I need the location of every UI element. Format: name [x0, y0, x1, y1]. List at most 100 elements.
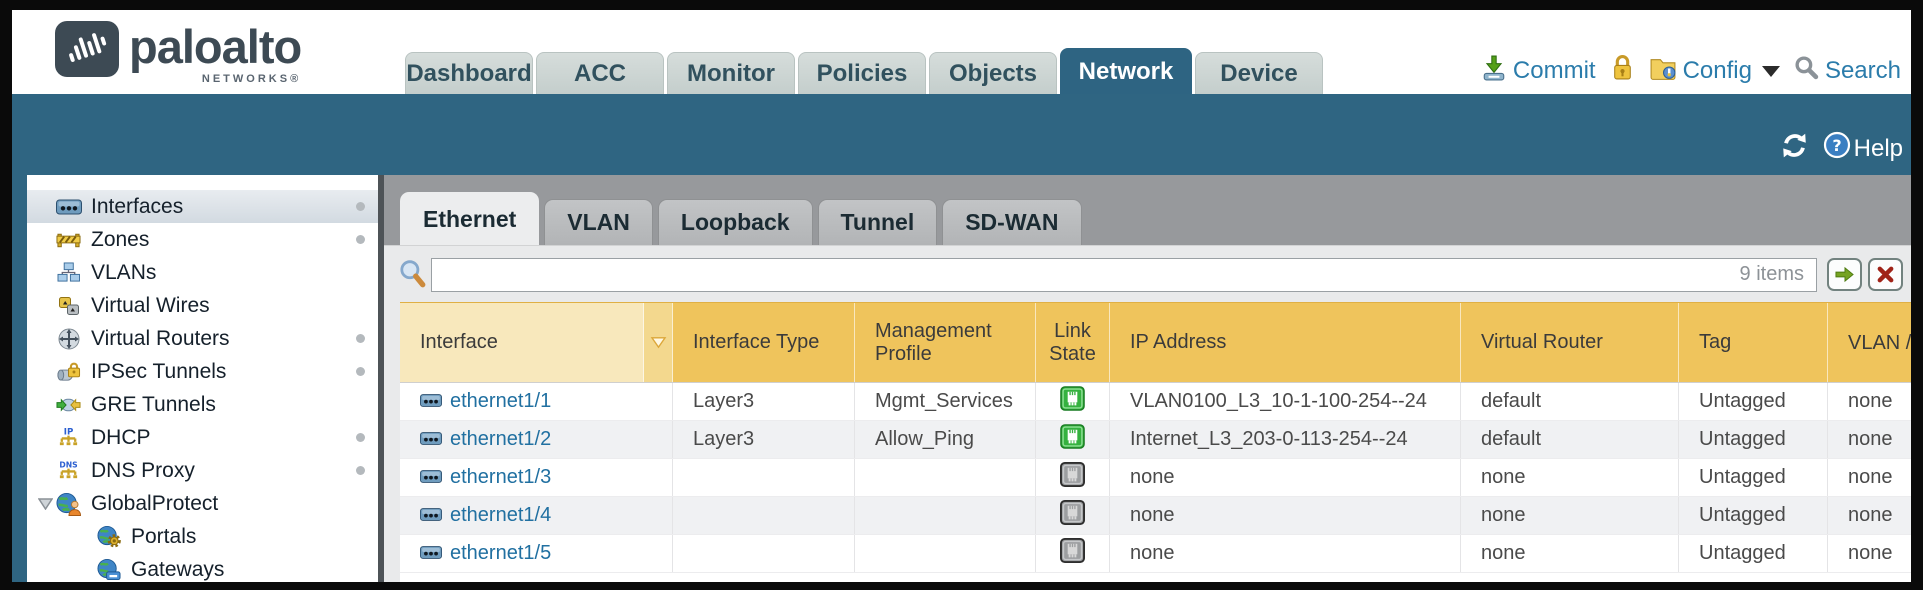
column-interface[interactable]: Interface [400, 303, 644, 382]
sidebar-item-label: Virtual Wires [91, 294, 210, 318]
table-row[interactable]: ethernet1/1 Layer3 Mgmt_Services VLAN010… [400, 383, 1911, 421]
sidebar-item-portals[interactable]: Portals [27, 520, 378, 553]
network-sidebar: Interfaces Zones [27, 175, 378, 582]
clear-filter-button[interactable] [1868, 258, 1903, 291]
tab-loopback[interactable]: Loopback [658, 199, 813, 245]
tab-objects[interactable]: Objects [929, 52, 1057, 94]
tab-policies[interactable]: Policies [798, 52, 926, 94]
config-dropdown[interactable]: Config [1649, 55, 1780, 88]
tab-tunnel[interactable]: Tunnel [818, 199, 938, 245]
help-button[interactable]: ? Help [1823, 131, 1903, 166]
interface-link[interactable]: ethernet1/4 [450, 504, 551, 527]
cell-vlan: none [1828, 497, 1911, 534]
link-state-down-icon [1060, 500, 1085, 531]
sidebar-item-label: DHCP [91, 426, 151, 450]
interface-link[interactable]: ethernet1/1 [450, 390, 551, 413]
tab-dashboard[interactable]: Dashboard [405, 52, 533, 94]
table-row[interactable]: ethernet1/4 none none Untagged none [400, 497, 1911, 535]
portals-icon [95, 525, 122, 548]
sidebar-item-dhcp[interactable]: IP DHCP [27, 421, 378, 454]
refresh-icon[interactable] [1781, 132, 1808, 166]
link-state-down-icon [1060, 538, 1085, 569]
sidebar-item-vlans[interactable]: VLANs [27, 256, 378, 289]
tab-acc[interactable]: ACC [536, 52, 664, 94]
sidebar-item-ipsec-tunnels[interactable]: IPSec Tunnels [27, 355, 378, 388]
screenshot-frame: paloalto NETWORKS® Dashboard ACC Monitor… [0, 0, 1923, 590]
sidebar-item-interfaces[interactable]: Interfaces [27, 190, 378, 223]
search-button[interactable]: Search [1794, 55, 1901, 87]
cell-interface-type: Layer3 [673, 421, 855, 458]
table-header: Interface Interface Type Management Prof… [400, 302, 1911, 383]
table-row[interactable]: ethernet1/2 Layer3 Allow_Ping Internet_L… [400, 421, 1911, 459]
cell-vlan: none [1828, 535, 1911, 572]
main-nav-tabs: Dashboard ACC Monitor Policies Objects N… [405, 48, 1323, 94]
sort-dropdown[interactable] [644, 303, 673, 382]
brand-name: paloalto [129, 21, 301, 73]
sidebar-item-label: GRE Tunnels [91, 393, 216, 417]
cell-virtual-router: none [1461, 459, 1679, 496]
link-state-up-icon [1060, 386, 1085, 417]
column-ip-address[interactable]: IP Address [1110, 303, 1461, 382]
sidebar-item-label: Gateways [131, 558, 224, 582]
sidebar-item-gre-tunnels[interactable]: GRE Tunnels [27, 388, 378, 421]
cell-vlan: none [1828, 421, 1911, 458]
lock-icon[interactable] [1610, 54, 1635, 88]
sidebar-item-virtual-wires[interactable]: Virtual Wires [27, 289, 378, 322]
sidebar-item-label: Interfaces [91, 195, 183, 219]
sidebar-item-dns-proxy[interactable]: DNS DNS Proxy [27, 454, 378, 487]
table-row[interactable]: ethernet1/5 none none Untagged none [400, 535, 1911, 573]
body-row: Interfaces Zones [12, 175, 1911, 582]
cell-virtual-router: default [1461, 421, 1679, 458]
sidebar-item-zones[interactable]: Zones [27, 223, 378, 256]
column-tag[interactable]: Tag [1679, 303, 1828, 382]
panos-web-ui: paloalto NETWORKS® Dashboard ACC Monitor… [12, 10, 1911, 582]
tab-sd-wan[interactable]: SD-WAN [942, 199, 1081, 245]
tab-device[interactable]: Device [1195, 52, 1323, 94]
cell-interface-type [673, 459, 855, 496]
interface-icon [420, 428, 442, 451]
tab-ethernet[interactable]: Ethernet [400, 192, 539, 245]
filter-input[interactable] [431, 258, 1817, 292]
interface-icon [420, 542, 442, 565]
column-virtual-router[interactable]: Virtual Router [1461, 303, 1679, 382]
item-dot [356, 433, 365, 442]
collapse-triangle-icon[interactable] [35, 498, 55, 510]
item-dot [356, 202, 365, 211]
cell-virtual-router: default [1461, 383, 1679, 420]
sidebar-item-label: DNS Proxy [91, 459, 195, 483]
tab-vlan[interactable]: VLAN [544, 199, 653, 245]
config-label: Config [1683, 57, 1752, 85]
cell-ip-address: Internet_L3_203-0-113-254--24 [1110, 421, 1461, 458]
table-row[interactable]: ethernet1/3 none none Untagged none [400, 459, 1911, 497]
interface-icon [420, 504, 442, 527]
apply-filter-button[interactable] [1827, 258, 1862, 291]
help-label: Help [1854, 135, 1903, 163]
dns-proxy-icon: DNS [55, 459, 82, 482]
sidebar-item-virtual-routers[interactable]: Virtual Routers [27, 322, 378, 355]
sidebar-item-label: Virtual Routers [91, 327, 230, 351]
tab-monitor[interactable]: Monitor [667, 52, 795, 94]
interface-link[interactable]: ethernet1/5 [450, 542, 551, 565]
link-state-down-icon [1060, 462, 1085, 493]
interface-link[interactable]: ethernet1/2 [450, 428, 551, 451]
tab-network[interactable]: Network [1060, 48, 1192, 94]
cell-interface-type [673, 497, 855, 534]
sidebar-item-globalprotect[interactable]: GlobalProtect [27, 487, 378, 520]
interface-link[interactable]: ethernet1/3 [450, 466, 551, 489]
column-interface-type[interactable]: Interface Type [673, 303, 855, 382]
column-management-profile[interactable]: Management Profile [855, 303, 1036, 382]
link-state-up-icon [1060, 424, 1085, 455]
column-vlan-virtual-wire[interactable]: VLAN / Virtual Wire [1828, 303, 1911, 382]
cell-vlan: none [1828, 459, 1911, 496]
cell-ip-address: none [1110, 497, 1461, 534]
cell-tag: Untagged [1679, 383, 1828, 420]
item-dot [356, 367, 365, 376]
commit-button[interactable]: Commit [1481, 55, 1596, 88]
cell-management-profile [855, 497, 1036, 534]
column-link-state[interactable]: Link State [1036, 303, 1110, 382]
interface-icon [420, 390, 442, 413]
sidebar-item-gateways[interactable]: Gateways [27, 553, 378, 582]
item-dot [356, 334, 365, 343]
cell-virtual-router: none [1461, 497, 1679, 534]
commit-icon [1481, 55, 1507, 88]
